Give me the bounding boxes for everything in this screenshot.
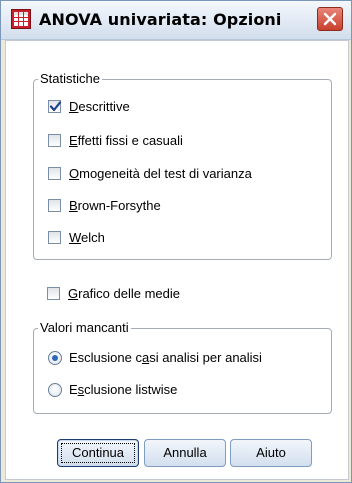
aiuto-label: Aiuto xyxy=(256,445,286,460)
dialog-content: Statistiche Descrittive Effetti fissi e … xyxy=(5,40,349,480)
annulla-button[interactable]: Annulla xyxy=(144,439,226,467)
checkbox-box[interactable] xyxy=(48,231,61,244)
effetti-fissi-label: Effetti fissi e casuali xyxy=(69,133,183,148)
checkbox-box[interactable] xyxy=(48,167,61,180)
dialog-title: ANOVA univariata: Opzioni xyxy=(39,10,282,29)
descrittive-label: Descrittive xyxy=(69,99,130,114)
statistiche-legend: Statistiche xyxy=(38,71,102,86)
close-button[interactable] xyxy=(317,7,343,31)
radio-button[interactable] xyxy=(48,383,62,397)
spss-dialog-grid-icon xyxy=(11,9,31,29)
radio-button[interactable] xyxy=(48,351,62,365)
checkbox-box[interactable] xyxy=(48,100,62,113)
annulla-label: Annulla xyxy=(163,445,207,460)
welch-label: Welch xyxy=(69,230,105,245)
checkbox-box[interactable] xyxy=(48,134,61,147)
checkbox-box[interactable] xyxy=(48,199,61,212)
close-icon xyxy=(323,12,337,26)
brown-forsythe-label: Brown-Forsythe xyxy=(69,198,161,213)
continua-button[interactable]: Continua xyxy=(57,439,139,467)
title-bar[interactable]: ANOVA univariata: Opzioni xyxy=(1,1,351,40)
checkmark-icon xyxy=(49,101,62,112)
grafico-medie-label: Grafico delle medie xyxy=(68,286,181,301)
omogeneita-label: Omogeneità del test di varianza xyxy=(69,166,252,181)
checkbox-box[interactable] xyxy=(47,287,60,300)
radio-selected-dot xyxy=(52,355,58,361)
dialog-window: ANOVA univariata: Opzioni Statistiche De… xyxy=(0,0,352,483)
valori-mancanti-group: Valori mancanti Esclusione casi analisi … xyxy=(33,320,332,414)
statistiche-group: Statistiche Descrittive Effetti fissi e … xyxy=(33,71,332,260)
focus-ring xyxy=(61,443,135,463)
aiuto-button[interactable]: Aiuto xyxy=(230,439,312,467)
valori-mancanti-legend: Valori mancanti xyxy=(38,320,131,335)
esclusione-casi-label: Esclusione casi analisi per analisi xyxy=(69,350,262,365)
esclusione-listwise-label: Esclusione listwise xyxy=(69,382,178,397)
